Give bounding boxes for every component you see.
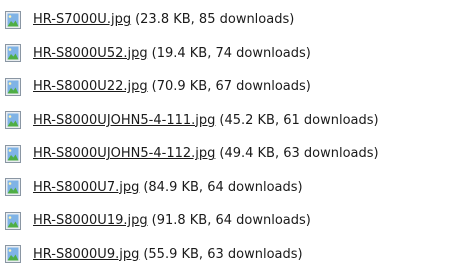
image-file-icon: [5, 211, 21, 230]
attachment-meta: (23.8 KB, 85 downloads): [135, 12, 295, 28]
attachment-meta: (19.4 KB, 74 downloads): [151, 45, 311, 61]
image-file-icon: [5, 111, 21, 130]
attachment-link[interactable]: HR-S8000UJOHN5-4-111.jpg: [33, 113, 215, 128]
list-item: HR-S8000U7.jpg (84.9 KB, 64 downloads): [0, 171, 456, 205]
image-file-icon: [5, 77, 21, 96]
attachment-meta: (45.2 KB, 61 downloads): [219, 112, 379, 128]
list-item: HR-S8000U52.jpg (19.4 KB, 74 downloads): [0, 37, 456, 71]
list-item: HR-S8000U22.jpg (70.9 KB, 67 downloads): [0, 70, 456, 104]
attachment-link[interactable]: HR-S8000U9.jpg: [33, 247, 139, 262]
attachment-link[interactable]: HR-S8000U52.jpg: [33, 46, 148, 61]
list-item: HR-S8000U19.jpg (91.8 KB, 64 downloads): [0, 204, 456, 238]
image-file-icon: [5, 10, 21, 29]
list-item: HR-S8000UJOHN5-4-111.jpg (45.2 KB, 61 do…: [0, 104, 456, 138]
attachment-link[interactable]: HR-S8000UJOHN5-4-112.jpg: [33, 146, 215, 161]
list-item: HR-S8000UJOHN5-4-112.jpg (49.4 KB, 63 do…: [0, 137, 456, 171]
attachment-link[interactable]: HR-S8000U7.jpg: [33, 180, 139, 195]
attachment-link[interactable]: HR-S7000U.jpg: [33, 12, 131, 27]
attachment-meta: (55.9 KB, 63 downloads): [143, 246, 303, 262]
image-file-icon: [5, 44, 21, 63]
list-item: HR-S7000U.jpg (23.8 KB, 85 downloads): [0, 3, 456, 37]
attachment-list: HR-S7000U.jpg (23.8 KB, 85 downloads) HR…: [0, 3, 456, 271]
image-file-icon: [5, 245, 21, 264]
image-file-icon: [5, 178, 21, 197]
attachment-meta: (70.9 KB, 67 downloads): [151, 79, 311, 95]
image-file-icon: [5, 144, 21, 163]
attachment-meta: (91.8 KB, 64 downloads): [151, 213, 311, 229]
attachment-meta: (49.4 KB, 63 downloads): [219, 146, 379, 162]
attachment-link[interactable]: HR-S8000U19.jpg: [33, 213, 148, 228]
list-item: HR-S8000U9.jpg (55.9 KB, 63 downloads): [0, 238, 456, 271]
attachment-link[interactable]: HR-S8000U22.jpg: [33, 79, 148, 94]
attachment-meta: (84.9 KB, 64 downloads): [143, 179, 303, 195]
